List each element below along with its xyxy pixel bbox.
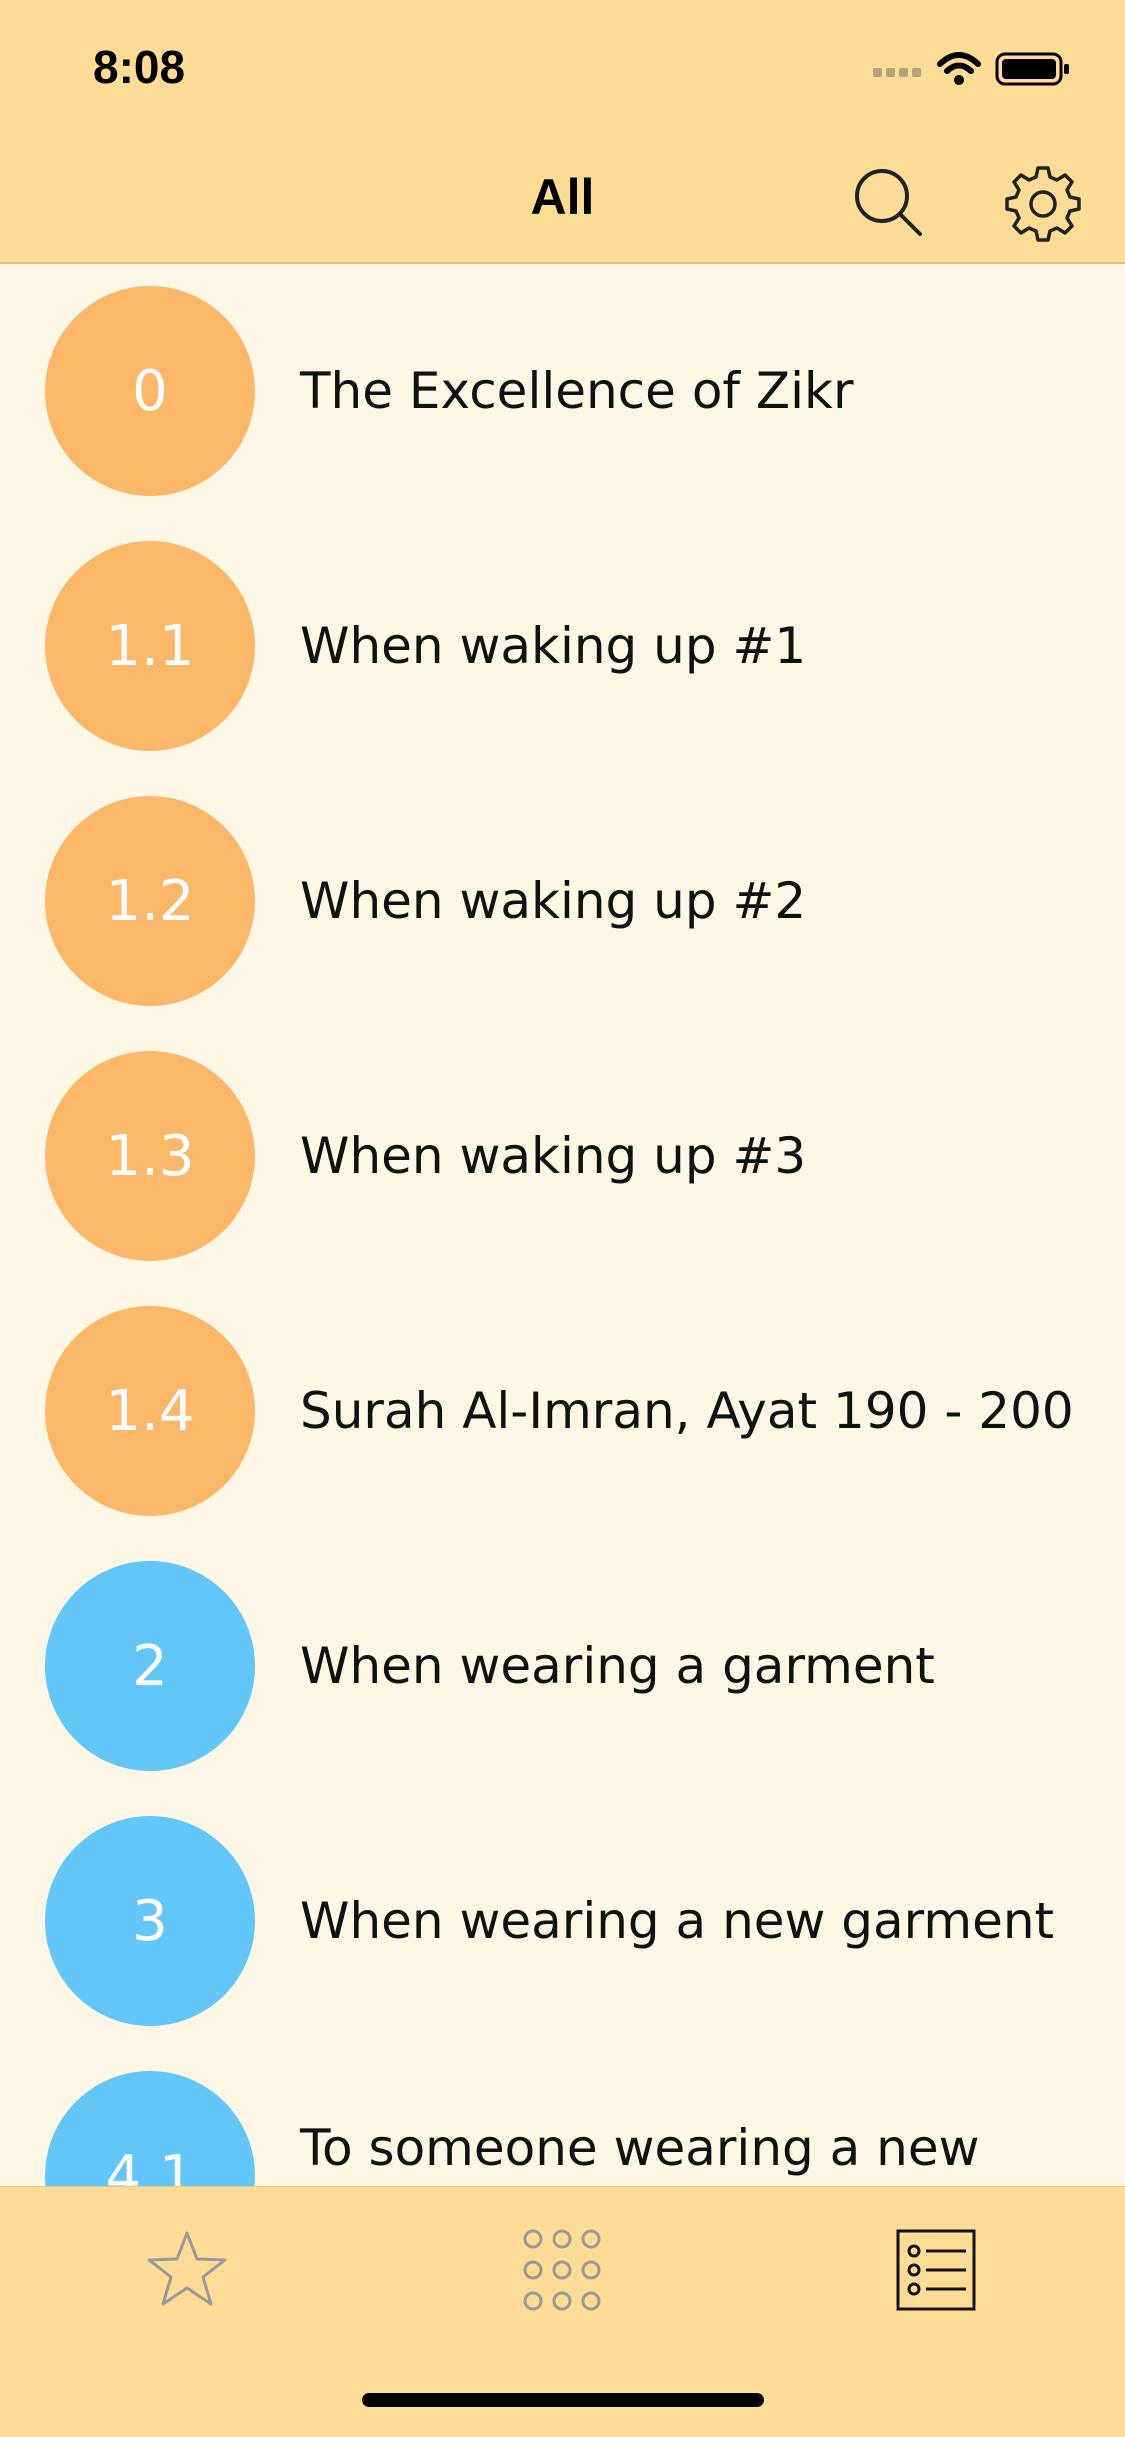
zikr-list[interactable]: 0 The Excellence of Zikr 1.1 When waking… [0,264,1125,2186]
list-item[interactable]: 3 When wearing a new garment [0,1794,1125,2049]
item-title: When waking up #2 [300,872,807,930]
signal-wifi-battery-icon [873,52,1069,86]
grid-icon [523,2229,601,2311]
item-title: When wearing a garment [300,1637,935,1695]
list-item[interactable]: 1.3 When waking up #3 [0,1029,1125,1284]
item-title: The Excellence of Zikr [300,362,854,420]
number-badge: 1.1 [45,541,255,751]
page-title: All [530,169,595,225]
tab-favorites[interactable] [142,2225,232,2315]
list-item[interactable]: 4.1 To someone wearing a new [0,2049,1125,2186]
home-indicator[interactable] [362,2393,764,2407]
list-icon [896,2229,976,2311]
number-badge: 1.4 [45,1306,255,1516]
gear-icon [1005,166,1081,242]
search-icon [855,169,922,236]
status-time: 8:08 [93,41,186,93]
item-title: When waking up #3 [300,1127,807,1185]
star-icon [147,2231,227,2306]
list-item[interactable]: 1.1 When waking up #1 [0,519,1125,774]
tab-categories[interactable] [517,2225,607,2315]
status-bar: 8:08 [0,0,1125,132]
number-badge: 1.3 [45,1051,255,1261]
number-badge: 2 [45,1561,255,1771]
tab-all-list[interactable] [892,2225,982,2315]
item-title: Surah Al-Imran, Ayat 190 - 200 [300,1382,1074,1440]
number-badge: 1.2 [45,796,255,1006]
list-item[interactable]: 2 When wearing a garment [0,1539,1125,1794]
item-title: When wearing a new garment [300,1892,1055,1950]
item-title: When waking up #1 [300,617,807,675]
number-badge: 3 [45,1816,255,2026]
settings-button[interactable] [1003,162,1083,242]
list-item[interactable]: 1.4 Surah Al-Imran, Ayat 190 - 200 [0,1284,1125,1539]
search-button[interactable] [848,162,928,242]
number-badge: 0 [45,286,255,496]
number-badge: 4.1 [45,2071,255,2186]
navigation-bar: All [0,132,1125,264]
list-item[interactable]: 1.2 When waking up #2 [0,774,1125,1029]
list-item[interactable]: 0 The Excellence of Zikr [0,264,1125,519]
status-icons [873,48,1083,88]
item-title: To someone wearing a new [300,2119,980,2177]
